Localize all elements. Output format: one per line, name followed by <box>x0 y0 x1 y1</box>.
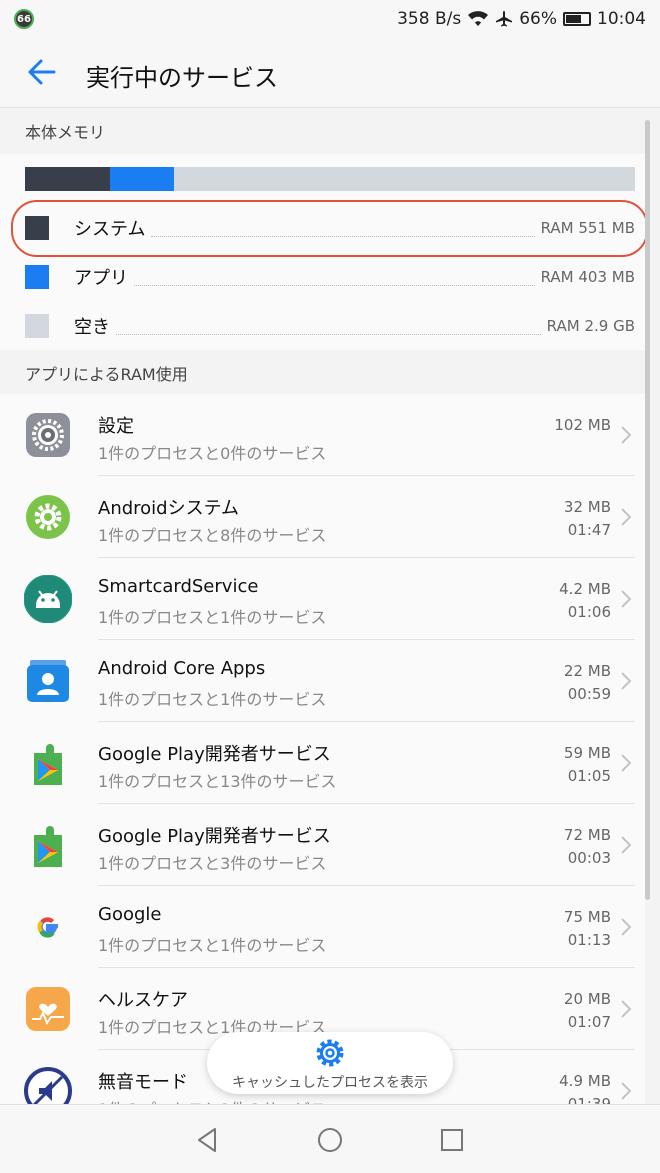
chevron-right-icon <box>621 754 632 772</box>
app-name: SmartcardService <box>98 576 259 597</box>
play-services-icon <box>34 826 62 867</box>
app-ram-size: 72 MB <box>563 826 611 844</box>
app-bar: 実行中のサービス <box>0 38 660 108</box>
app-process-info: 1件のプロセスと1件のサービス <box>98 690 327 709</box>
play-services-icon <box>34 744 62 785</box>
memory-usage-bar <box>25 167 635 191</box>
chevron-right-icon <box>621 918 632 936</box>
app-name: Androidシステム <box>98 498 240 519</box>
status-bar: 66 358 B/s 66% 10:04 <box>0 0 660 38</box>
show-cached-processes-label: キャッシュしたプロセスを表示 <box>232 1075 428 1091</box>
app-name: ヘルスケア <box>98 990 188 1011</box>
chevron-right-icon <box>621 1082 632 1100</box>
memory-label: 空き <box>74 317 110 338</box>
app-ram-size: 20 MB <box>563 990 611 1008</box>
wifi-icon <box>468 11 489 26</box>
network-speed: 358 B/s <box>397 9 462 29</box>
app-process-info: 1件のプロセスと3件のサービス <box>98 854 327 873</box>
app-ram-size: 75 MB <box>563 908 611 926</box>
memory-row-free: 空き RAM 2.9 GB <box>25 306 635 346</box>
chevron-right-icon <box>621 426 632 444</box>
app-row-google-play-services-2[interactable]: Google Play開発者サービス 1件のプロセスと3件のサービス 72 MB… <box>0 804 645 886</box>
app-name: 無音モード <box>98 1072 188 1093</box>
app-row-android-system[interactable]: Androidシステム 1件のプロセスと8件のサービス 32 MB 01:47 <box>0 476 645 558</box>
app-list: 設定 1件のプロセスと0件のサービス 102 MB Androidシステム 1件… <box>0 394 645 1104</box>
leader-dots <box>116 333 541 335</box>
back-triangle-icon[interactable] <box>193 1125 223 1155</box>
memory-section-header: 本体メモリ <box>0 110 645 156</box>
gear-icon <box>316 1039 344 1067</box>
app-ram-size: 4.2 MB <box>559 580 611 598</box>
app-name: Android Core Apps <box>98 658 266 679</box>
memory-label: アプリ <box>74 268 128 289</box>
show-cached-processes-button[interactable]: キャッシュしたプロセスを表示 <box>207 1032 453 1094</box>
app-ram-size: 102 MB <box>554 416 611 434</box>
memory-bar-free-segment <box>173 167 635 191</box>
app-name: Google <box>98 904 162 925</box>
leader-dots <box>134 284 535 286</box>
memory-value: RAM 403 MB <box>540 268 635 286</box>
navigation-bar <box>0 1104 660 1173</box>
free-swatch <box>25 314 49 338</box>
android-robot-icon <box>24 575 72 623</box>
chevron-right-icon <box>621 1000 632 1018</box>
app-process-info: 1件のプロセスと1件のサービス <box>98 608 327 627</box>
app-ram-size: 22 MB <box>563 662 611 680</box>
app-process-info: 1件のプロセスと1件のサービス <box>98 936 327 955</box>
app-row-google-play-services-1[interactable]: Google Play開発者サービス 1件のプロセスと13件のサービス 59 M… <box>0 722 645 804</box>
page-title: 実行中のサービス <box>86 64 278 92</box>
silent-mode-icon <box>24 1067 72 1104</box>
clock: 10:04 <box>597 9 646 29</box>
app-process-info: 1件のプロセスと0件のサービス <box>98 444 327 463</box>
back-arrow-icon[interactable] <box>24 54 60 90</box>
contacts-icon <box>27 660 69 702</box>
memory-bar-apps-segment <box>110 167 174 191</box>
app-uptime: 01:05 <box>567 767 611 785</box>
app-uptime: 01:47 <box>567 521 611 539</box>
app-uptime: 00:59 <box>567 685 611 703</box>
apps-swatch <box>25 265 49 289</box>
app-process-info: 1件のプロセスと1件のサービス <box>98 1096 326 1104</box>
app-uptime: 01:13 <box>567 931 611 949</box>
app-row-smartcard-service[interactable]: SmartcardService 1件のプロセスと1件のサービス 4.2 MB … <box>0 558 645 640</box>
chevron-right-icon <box>621 590 632 608</box>
google-icon <box>26 905 70 949</box>
health-icon <box>26 987 70 1031</box>
recents-square-icon[interactable] <box>437 1125 467 1155</box>
app-ram-size: 32 MB <box>563 498 611 516</box>
app-row-settings[interactable]: 設定 1件のプロセスと0件のサービス 102 MB <box>0 394 645 476</box>
app-name: Google Play開発者サービス <box>98 826 331 847</box>
chevron-right-icon <box>621 508 632 526</box>
app-row-android-core-apps[interactable]: Android Core Apps 1件のプロセスと1件のサービス 22 MB … <box>0 640 645 722</box>
notification-badge: 66 <box>14 9 34 29</box>
memory-row-apps: アプリ RAM 403 MB <box>25 257 635 297</box>
app-ram-size: 59 MB <box>563 744 611 762</box>
app-name: 設定 <box>98 416 134 437</box>
status-bar-right: 358 B/s 66% 10:04 <box>397 8 646 30</box>
highlight-annotation <box>11 200 648 257</box>
app-uptime: 01:06 <box>567 603 611 621</box>
apps-section-header: アプリによるRAM使用 <box>0 352 645 398</box>
chevron-right-icon <box>621 672 632 690</box>
scrollbar[interactable] <box>645 120 650 900</box>
memory-bar-system-segment <box>25 167 111 191</box>
app-process-info: 1件のプロセスと8件のサービス <box>98 526 327 545</box>
home-circle-icon[interactable] <box>315 1125 345 1155</box>
android-system-icon <box>26 495 70 539</box>
app-row-google[interactable]: Google 1件のプロセスと1件のサービス 75 MB 01:13 <box>0 886 645 968</box>
app-ram-size: 4.9 MB <box>559 1072 611 1090</box>
battery-icon <box>563 12 591 26</box>
app-uptime: 01:07 <box>567 1013 611 1031</box>
app-process-info: 1件のプロセスと13件のサービス <box>98 772 337 791</box>
battery-percent: 66% <box>519 9 557 29</box>
memory-value: RAM 2.9 GB <box>546 317 635 335</box>
app-uptime: 01:39 <box>567 1095 611 1104</box>
airplane-icon <box>496 11 513 27</box>
app-name: Google Play開発者サービス <box>98 744 331 765</box>
chevron-right-icon <box>621 836 632 854</box>
app-uptime: 00:03 <box>567 849 611 867</box>
settings-icon <box>26 413 70 457</box>
